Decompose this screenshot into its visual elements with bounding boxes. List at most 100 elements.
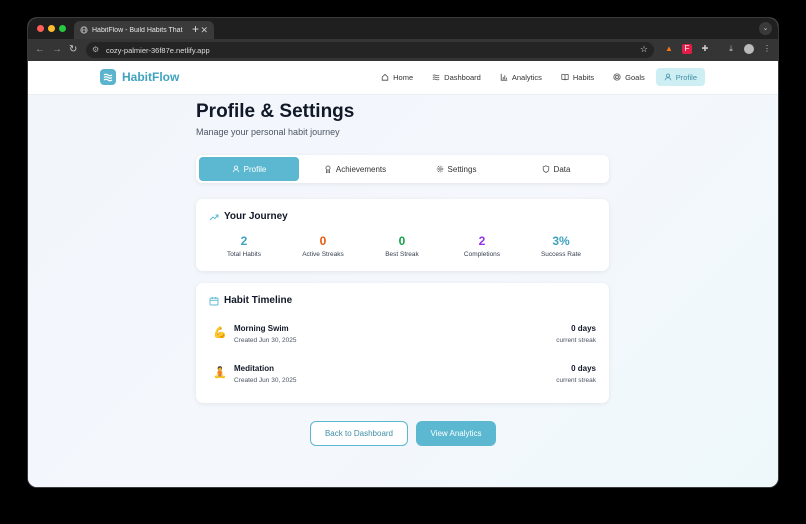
stat-best-streak: 0 Best Streak [362,234,442,258]
nav-habits[interactable]: Habits [553,68,602,86]
stat-value: 0 [319,234,327,248]
nav-label: Dashboard [444,72,481,82]
reload-icon[interactable]: ↻ [69,44,77,55]
app-header: HabitFlow Home Dashboard Analytics Habit… [28,61,778,95]
shield-icon [542,165,549,173]
back-to-dashboard-button[interactable]: Back to Dashboard [310,421,408,446]
address-bar[interactable]: ⚙ cozy-palmier-36f87e.netlify.app ☆ [86,42,654,58]
meditation-icon: 🧘 [213,367,227,379]
habit-days: 0 days [571,324,596,333]
url-text: cozy-palmier-36f87e.netlify.app [106,45,210,55]
habit-name: Meditation [234,364,274,373]
stat-success-rate: 3% Success Rate [521,234,601,258]
stat-label: Completions [463,251,501,258]
stat-label: Best Streak [385,251,419,258]
nav-label: Habits [572,72,595,82]
user-icon [664,73,671,81]
tab-title: HabitFlow - Build Habits That [92,26,183,34]
download-icon[interactable]: ⤓ [726,44,736,54]
list-item: 💪 Morning Swim Created Jun 30, 2025 0 da… [209,321,596,349]
trending-up-icon [209,214,219,220]
profile-tabs: Profile Achievements Settings Data [196,155,609,183]
journey-title: Your Journey [209,211,288,222]
gear-icon [436,165,443,173]
stat-completions: 2 Completions [442,234,522,258]
main-nav: Home Dashboard Analytics Habits Goals Pr… [370,68,705,86]
avatar[interactable] [744,44,754,54]
award-icon [325,165,331,173]
list-item: 🧘 Meditation Created Jun 30, 2025 0 days… [209,361,596,389]
menu-icon[interactable]: ⋮ [762,44,772,54]
site-info-icon[interactable]: ⚙ [92,45,99,54]
puzzle-icon[interactable]: ✚ [700,44,710,54]
maximize-window-button[interactable] [59,25,66,32]
view-analytics-button[interactable]: View Analytics [416,421,496,446]
tab-data[interactable]: Data [506,157,606,181]
timeline-card: Habit Timeline 💪 Morning Swim Created Ju… [196,283,609,403]
logo[interactable]: HabitFlow [100,69,179,85]
nav-goals[interactable]: Goals [605,68,653,86]
nav-analytics[interactable]: Analytics [492,68,550,86]
journey-card: Your Journey 2 Total Habits 0 Active Str… [196,199,609,271]
tab-label: Data [553,164,571,174]
tab-achievements[interactable]: Achievements [305,157,405,181]
bar-chart-icon [500,73,508,81]
close-window-button[interactable] [37,25,44,32]
timeline-title-text: Habit Timeline [224,295,293,306]
nav-dashboard[interactable]: Dashboard [424,68,489,86]
browser-toolbar: ← → ↻ ⚙ cozy-palmier-36f87e.netlify.app … [28,39,778,61]
stat-active-streaks: 0 Active Streaks [283,234,363,258]
extension-icon[interactable]: F [682,44,692,54]
extension-icon[interactable]: ▲ [664,44,674,54]
habit-created: Created Jun 30, 2025 [234,377,297,384]
dashboard-icon [432,74,440,81]
book-icon [561,74,569,81]
tab-label: Profile [243,164,267,174]
nav-profile[interactable]: Profile [655,68,705,86]
journey-title-text: Your Journey [224,211,288,222]
stat-value: 3% [552,234,570,248]
tab-label: Achievements [335,164,387,174]
logo-text: HabitFlow [122,70,180,84]
user-icon [232,165,239,173]
nav-label: Home [393,72,414,82]
habit-streak-label: current streak [556,337,596,344]
forward-arrow-icon[interactable]: → [52,44,62,55]
tab-profile[interactable]: Profile [199,157,299,181]
bookmark-star-icon[interactable]: ☆ [640,44,648,55]
stat-value: 2 [240,234,248,248]
tab-close-icon[interactable]: ✕ [200,25,208,36]
stat-label: Active Streaks [302,251,344,258]
minimize-window-button[interactable] [48,25,55,32]
home-icon [381,73,389,81]
stat-label: Total Habits [227,251,261,258]
tab-search-icon[interactable]: ⌄ [759,22,772,35]
habit-days: 0 days [571,364,596,373]
tab-settings[interactable]: Settings [406,157,506,181]
new-tab-button[interactable]: + [192,22,199,36]
tab-label: Settings [447,164,477,174]
flexed-biceps-icon: 💪 [213,327,227,339]
nav-label: Goals [625,72,645,82]
nav-label: Analytics [511,72,542,82]
browser-window: HabitFlow - Build Habits That ✕ + ⌄ ← → … [28,18,778,487]
back-arrow-icon[interactable]: ← [35,44,45,55]
nav-label: Profile [675,72,697,82]
stat-value: 0 [398,234,406,248]
page-subtitle: Manage your personal habit journey [196,127,340,137]
habit-streak-label: current streak [556,377,596,384]
stat-total-habits: 2 Total Habits [204,234,284,258]
nav-home[interactable]: Home [373,68,421,86]
browser-tab-strip: HabitFlow - Build Habits That ✕ + ⌄ [28,18,778,39]
habit-created: Created Jun 30, 2025 [234,337,297,344]
calendar-icon [209,296,219,305]
timeline-title: Habit Timeline [209,295,292,306]
waves-icon [100,69,116,85]
stat-label: Success Rate [540,251,582,258]
stat-value: 2 [478,234,486,248]
habit-name: Morning Swim [234,324,289,333]
target-icon [613,73,621,81]
main-content: Profile & Settings Manage your personal … [28,95,778,487]
page-title: Profile & Settings [196,101,355,122]
globe-icon [80,26,88,34]
